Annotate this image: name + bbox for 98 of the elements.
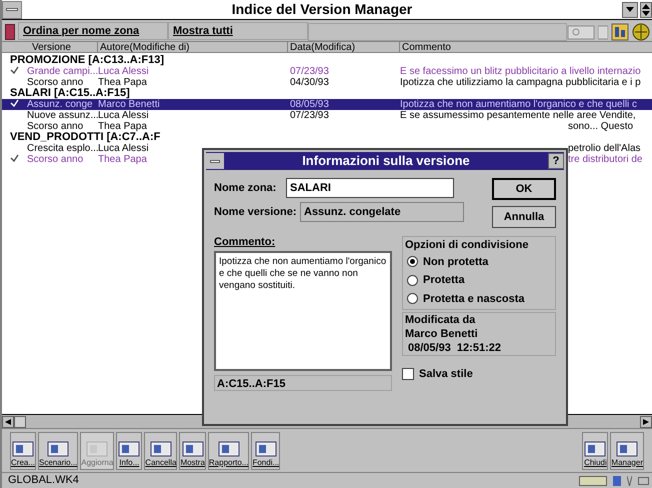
range-field: A:C15..A:F15 — [214, 374, 392, 390]
radio-label[interactable]: Protetta e nascosta — [423, 290, 524, 307]
toolbar-icon — [46, 440, 70, 458]
comment: petrolio dell'Alas — [568, 143, 641, 154]
version-name[interactable]: Crescita esplo... — [27, 143, 98, 154]
comment: tre distributori de — [568, 154, 642, 165]
author-name: Luca Alessi — [98, 143, 149, 154]
version-name[interactable]: Scorso anno — [27, 121, 98, 132]
scroll-right-button[interactable] — [640, 416, 652, 428]
file-name: GLOBAL.WK4 — [7, 473, 80, 488]
group-name[interactable]: VEND_PRODOTTI [A:C7..A:F — [2, 132, 160, 143]
comment: Ipotizza che non aumentiamo l'organico e che quelli c — [400, 99, 638, 110]
date: 07/23/93 — [290, 66, 329, 77]
version-name[interactable]: Grande campi... — [27, 66, 98, 77]
right-arrow-icon — [643, 418, 649, 424]
radio-label[interactable]: Protetta — [423, 272, 465, 288]
comment: E se facessimo un blitz pubblicitario a livello internazio — [400, 66, 641, 77]
grid-icon[interactable] — [613, 476, 621, 486]
version-row[interactable]: Nuove assunz...Luca Alessi 07/23/93 E se assumessimo pesantemente nelle aree Vendite, — [2, 110, 652, 121]
version-name[interactable]: Nuove assunz... — [27, 110, 98, 121]
field-label: Nome versione: — [214, 204, 294, 220]
modified-author: Marco Benetti — [405, 327, 479, 341]
toolbar-button[interactable]: Cancella — [144, 432, 178, 470]
toolbar-button[interactable]: Mostra tutti — [168, 22, 308, 40]
window-title: Indice del Version Manager — [230, 0, 414, 19]
toolbar-button[interactable]: Rapporto... — [208, 432, 250, 470]
help-button[interactable]: ? — [548, 153, 564, 169]
author-name: Marco Benetti — [98, 99, 160, 110]
author-name: Thea Papa — [98, 77, 147, 88]
column-header[interactable]: Commento — [400, 42, 652, 52]
keyboard-icon[interactable] — [579, 476, 607, 486]
date: 07/23/93 — [290, 110, 329, 121]
maximize-button[interactable] — [640, 2, 652, 18]
toolbar-icon — [11, 440, 35, 458]
toolbar-button[interactable]: Crea... — [10, 432, 36, 470]
version-row[interactable]: Scorso anno Thea Papa sono... Questo — [2, 121, 652, 132]
left-arrow-icon — [5, 418, 11, 424]
zone-name-field[interactable]: SALARI — [286, 178, 454, 198]
toolbar-button[interactable]: Fondi... — [251, 432, 280, 470]
toolbar-button[interactable]: Chiudi — [582, 432, 608, 470]
comment-field[interactable]: Ipotizza che non aumentiamo l'organico e che quelli che se ne vanno non vengano sostituiti. — [214, 250, 392, 370]
version-row[interactable]: Grande campi...Luca Alessi 07/23/93 E se facessimo un blitz pubblicitario a livello internazio — [2, 66, 652, 77]
version-name[interactable]: Scorso anno — [27, 154, 98, 165]
scroll-thumb[interactable] — [14, 416, 26, 428]
date: 08/05/93 — [290, 99, 329, 110]
author-name: Luca Alessi — [98, 66, 149, 77]
toolbar-icon — [117, 440, 142, 458]
radio-label[interactable]: Non protetta — [423, 254, 488, 270]
comment: sono... Questo — [568, 121, 634, 132]
toolbar-icon — [583, 440, 608, 458]
toolbar-icon — [216, 440, 241, 458]
window-icon[interactable] — [638, 476, 649, 484]
pen-icon[interactable] — [627, 476, 632, 486]
toolbar-icon — [85, 440, 110, 458]
date: 04/30/93 — [290, 77, 329, 88]
toolbar-button[interactable]: Manager — [610, 432, 644, 470]
field-label: Nome zona: — [214, 180, 278, 196]
toolbar-button[interactable]: Ordina per nome zona — [18, 22, 168, 40]
modified-timestamp: 08/05/93 12:51:22 — [407, 341, 502, 355]
document-icon — [5, 24, 15, 40]
version-name[interactable]: Assunz. conge — [27, 99, 98, 110]
field-label: Commento: — [214, 235, 276, 250]
selected-row[interactable]: Assunz. conge Marco Benetti 08/05/93 Ipotizza che non aumentiamo l'organico e che quelli c — [2, 99, 652, 110]
minimize-button[interactable] — [622, 2, 638, 18]
toolbar-icon — [148, 440, 173, 458]
toolbar-icon — [615, 440, 640, 458]
cancel-button[interactable]: Annulla — [492, 206, 556, 228]
author-name: Luca Alessi — [98, 110, 149, 121]
toolbar-icon — [180, 440, 205, 458]
checkbox[interactable] — [402, 368, 414, 380]
version-row[interactable]: Scorso anno Thea Papa 04/30/93 Ipotizza che utilizziamo la campagna pubblicitaria e i p — [2, 77, 652, 88]
chart-icon[interactable] — [611, 22, 629, 40]
dialog-title: Informazioni sulla versione — [301, 152, 471, 170]
box-title: Modificata da — [405, 313, 476, 327]
down-arrow-icon — [626, 6, 634, 12]
author-name: Thea Papa — [98, 154, 147, 165]
group-name[interactable]: SALARI [A:C15..A:F15] — [2, 88, 130, 99]
system-menu-icon[interactable] — [206, 153, 224, 169]
group-name[interactable]: PROMOZIONE [A:C13..A:F13] — [2, 55, 164, 66]
author-name: Thea Papa — [98, 121, 147, 132]
radio-button[interactable] — [407, 274, 418, 286]
up-down-arrow-icon — [642, 4, 650, 16]
checkbox-label[interactable]: Salva stile — [419, 366, 473, 382]
radio-button[interactable] — [407, 256, 418, 268]
system-menu-icon[interactable] — [2, 0, 22, 18]
version-name[interactable]: Scorso anno — [27, 77, 98, 88]
toolbar-icon — [254, 440, 278, 458]
toolbar-button[interactable]: Info... — [116, 432, 142, 470]
toolbar-button[interactable]: Mostra — [179, 432, 206, 470]
toolbar-button[interactable]: Scenario... — [38, 432, 78, 470]
radio-button[interactable] — [407, 293, 418, 304]
ok-button[interactable]: OK — [492, 178, 556, 200]
comment: Ipotizza che utilizziamo la campagna pubblicitaria e i p — [400, 77, 641, 88]
globe-icon[interactable] — [632, 22, 650, 40]
version-name-field: Assunz. congelate — [300, 202, 464, 222]
group-title: Opzioni di condivisione — [405, 238, 530, 253]
comment: E se assumessimo pesantemente nelle aree Vendite, — [400, 110, 636, 121]
scroll-left-button[interactable] — [2, 416, 14, 428]
